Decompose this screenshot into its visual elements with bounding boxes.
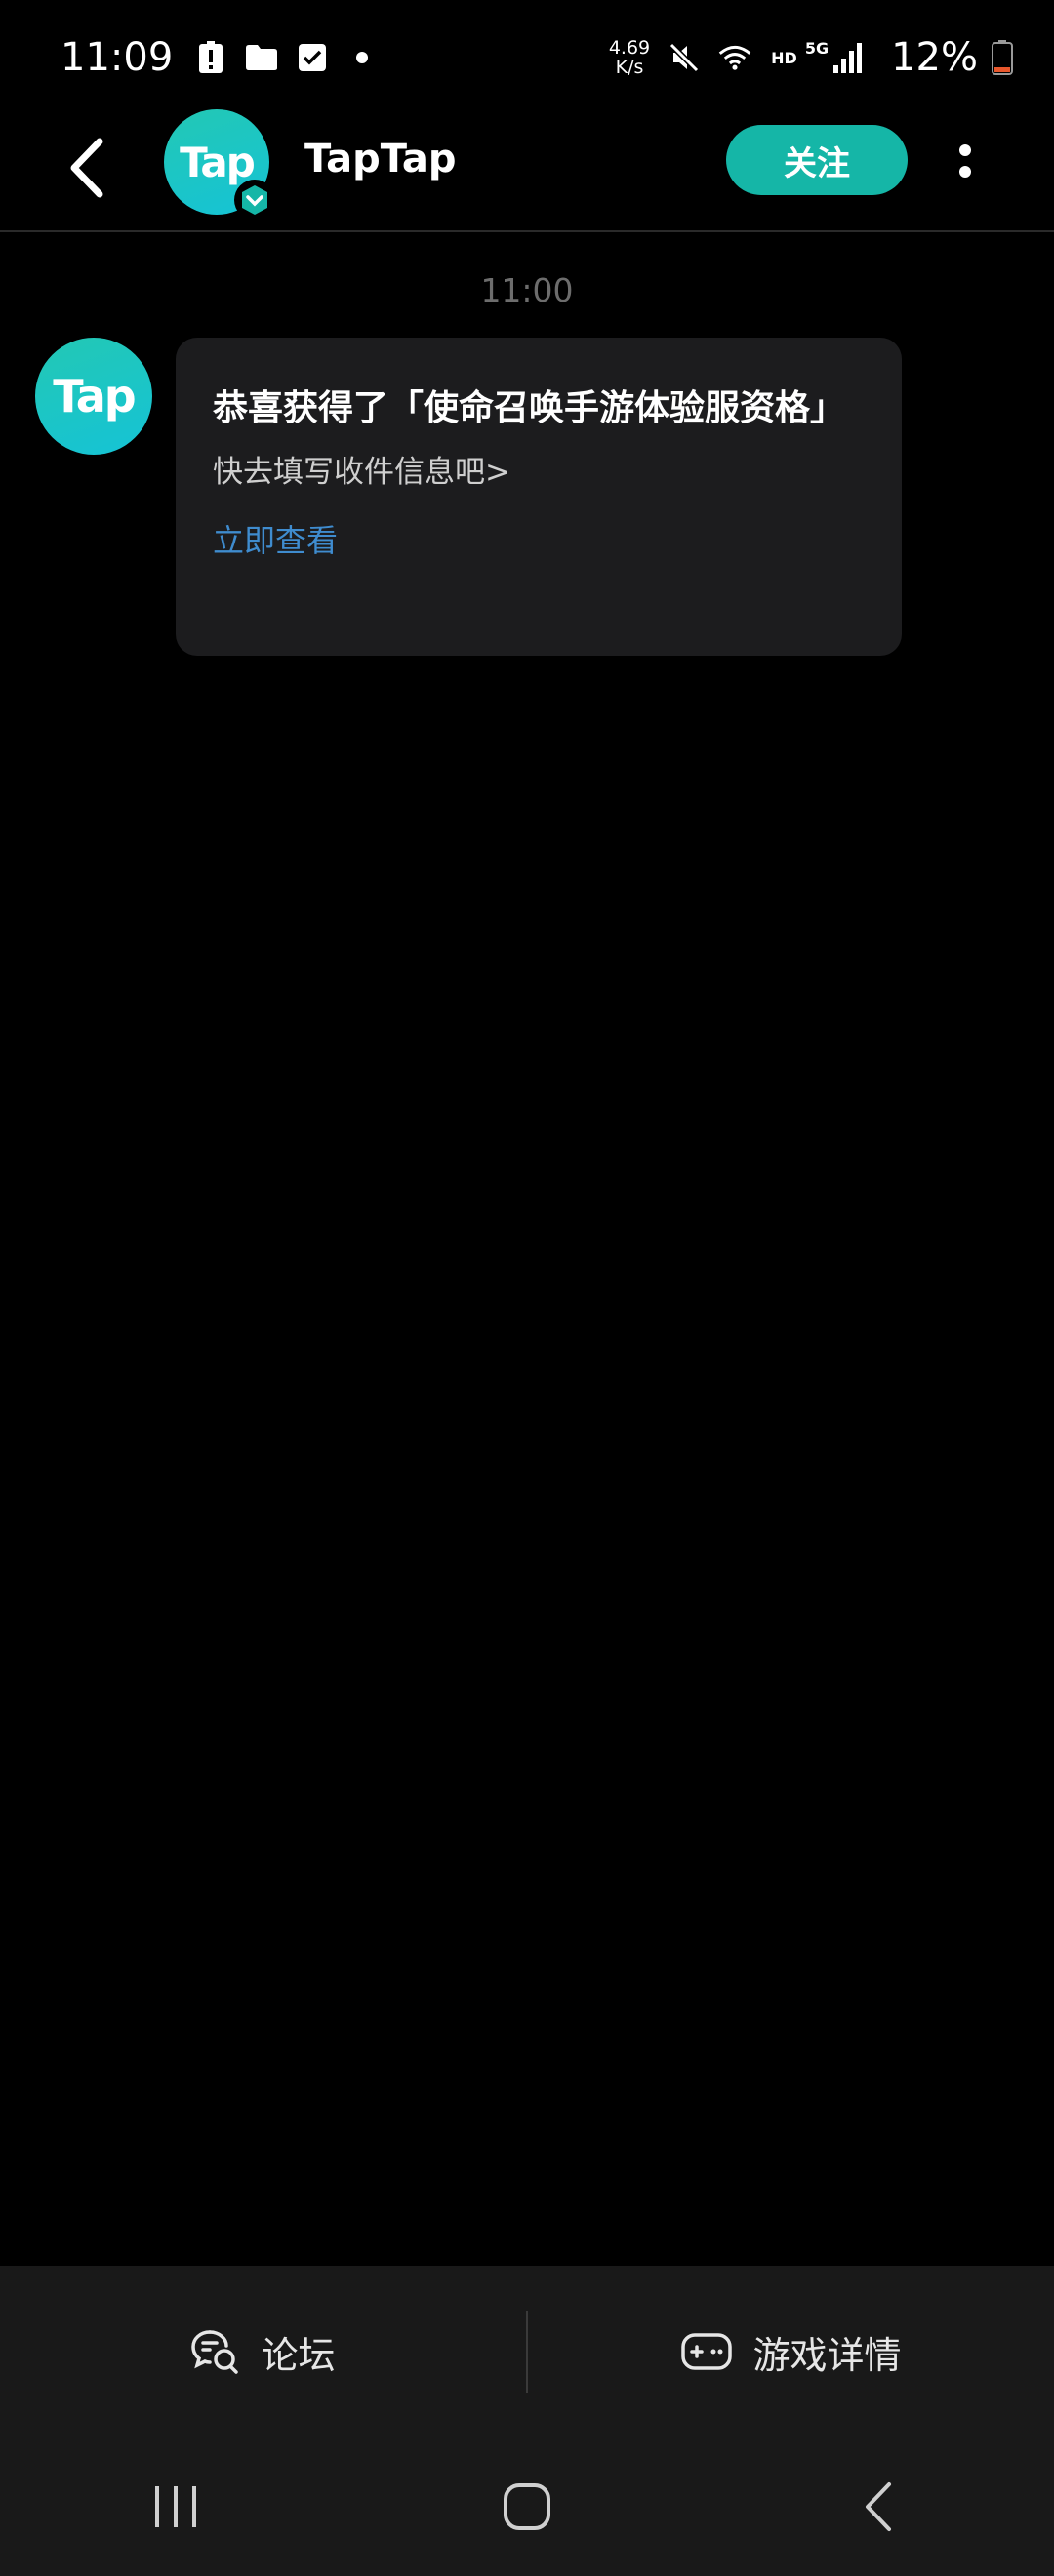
- follow-button[interactable]: 关注: [726, 125, 908, 195]
- more-dot-icon: [959, 144, 971, 156]
- recent-apps-icon: [155, 2486, 196, 2527]
- tab-forum[interactable]: 论坛: [0, 2266, 526, 2437]
- system-back-button[interactable]: [820, 2458, 937, 2556]
- battery-icon: [986, 40, 1019, 75]
- status-bar: 11:09 4.69 K/s HD 5G 12%: [0, 0, 1054, 115]
- bottom-tab-bar: 论坛 游戏详情: [0, 2266, 1054, 2437]
- screen: 11:09 4.69 K/s HD 5G 12% Tap TapTap 关注 1…: [0, 0, 1054, 2576]
- status-right: 4.69 K/s HD 5G 12%: [609, 35, 1019, 80]
- verified-badge: [234, 180, 275, 221]
- net-speed: 4.69 K/s: [609, 38, 650, 77]
- battery-percent: 12%: [891, 35, 978, 80]
- tab-game-details-label: 游戏详情: [752, 2333, 902, 2377]
- message-timestamp: 11:00: [480, 271, 574, 309]
- message-sender-avatar[interactable]: Tap: [35, 338, 152, 455]
- hd-label: HD: [771, 48, 797, 67]
- home-icon: [504, 2483, 550, 2530]
- checkbox-icon: [296, 41, 329, 74]
- status-time: 11:09: [61, 35, 174, 80]
- tab-forum-label: 论坛: [261, 2333, 336, 2377]
- home-button[interactable]: [468, 2458, 586, 2556]
- back-button[interactable]: [57, 129, 115, 207]
- more-menu-button[interactable]: [943, 127, 988, 195]
- dot-icon: [356, 52, 369, 63]
- recent-apps-button[interactable]: [117, 2458, 234, 2556]
- net-speed-unit: K/s: [615, 57, 644, 78]
- chevron-left-icon: [866, 2482, 891, 2531]
- app-header: Tap TapTap 关注: [0, 107, 1054, 232]
- wifi-icon: [718, 41, 751, 74]
- gamepad-icon: [681, 2333, 733, 2370]
- message-title: 恭喜获得了「使命召唤手游体验服资格」: [213, 388, 846, 428]
- forum-icon: [191, 2330, 239, 2374]
- message-subtitle[interactable]: 快去填写收件信息吧>: [213, 447, 867, 491]
- avatar-text: Tap: [53, 370, 136, 423]
- page-title: TapTap: [304, 137, 457, 181]
- folder-icon: [245, 41, 278, 74]
- avatar-text: Tap: [180, 138, 256, 186]
- net-speed-value: 4.69: [608, 37, 651, 59]
- header-avatar[interactable]: Tap: [164, 109, 275, 221]
- network-label: 5G: [804, 38, 830, 58]
- mute-icon: [668, 41, 701, 74]
- back-arrow-icon: [70, 138, 103, 198]
- alert-icon: [194, 41, 227, 74]
- tab-game-details[interactable]: 游戏详情: [528, 2266, 1054, 2437]
- message-bubble[interactable]: 恭喜获得了「使命召唤手游体验服资格」 快去填写收件信息吧> 立即查看: [176, 338, 902, 656]
- signal-icon: [831, 41, 864, 74]
- system-nav-bar: [0, 2437, 1054, 2576]
- view-now-link[interactable]: 立即查看: [213, 516, 867, 561]
- verified-icon: [242, 185, 267, 215]
- status-left: 11:09: [61, 35, 369, 80]
- more-dot-icon: [959, 166, 971, 178]
